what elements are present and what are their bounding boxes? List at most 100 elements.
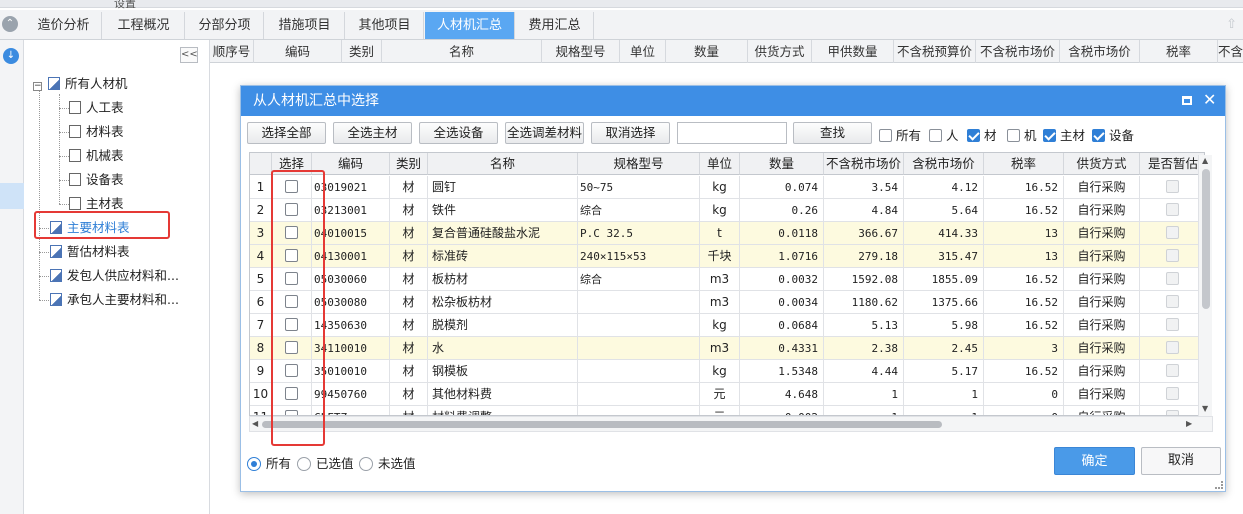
main-col-header[interactable]: 类别 [342,40,382,63]
radio-icon[interactable] [297,457,311,471]
tab-project-overview[interactable]: 工程概况 [103,12,185,39]
filter-all[interactable]: 所有 [879,125,921,144]
scroll-up-arrow-icon[interactable]: ▲ [1202,156,1208,165]
tree-node-all-materials[interactable]: − 所有人材机 [33,73,128,95]
scroll-up-icon[interactable]: ⇧ [1226,17,1237,32]
row-tax-rate: 0 [984,383,1064,406]
row-price-inc-tax: 1 [904,383,984,406]
grid-col-header[interactable]: 名称 [428,153,578,175]
radio-all[interactable]: 所有 [247,453,291,472]
tree-node-materials[interactable]: 材料表 [69,121,124,143]
main-col-header[interactable]: 数量 [666,40,748,63]
cancel-selection-button[interactable]: 取消选择 [591,122,670,144]
filter-labor[interactable]: 人 [929,125,959,144]
main-col-header[interactable]: 供货方式 [748,40,812,63]
filter-material[interactable]: 材 [967,125,997,144]
radio-unselected-only[interactable]: 未选值 [359,453,416,472]
scroll-left-arrow-icon[interactable]: ◀ [252,419,258,428]
select-all-main-materials-button[interactable]: 全选主材 [333,122,412,144]
tab-fee-summary[interactable]: 费用汇总 [516,12,594,39]
vertical-scroll-thumb[interactable] [1202,169,1210,309]
filter-machine[interactable]: 机 [1007,125,1037,144]
tree-node-employer-supplied[interactable]: 发包人供应材料和... [50,265,179,287]
table-row[interactable]: 5 05030060 材板枋材 综合 m3 0.0032 1592.08 1855.09 16.… [250,268,1204,291]
grid-col-header[interactable]: 供货方式 [1064,153,1140,175]
grid-col-header[interactable]: 类别 [390,153,428,175]
filter-main-material[interactable]: 主材 [1043,125,1085,144]
filter-equipment[interactable]: 设备 [1092,125,1134,144]
row-category: 材 [390,268,428,291]
horizontal-scrollbar[interactable]: ◀ ▶ [249,416,1213,432]
checkbox-icon[interactable] [1007,129,1020,142]
scroll-right-arrow-icon[interactable]: ▶ [1186,419,1192,428]
tree-node-contractor-main[interactable]: 承包人主要材料和... [50,289,179,311]
main-col-header[interactable]: 名称 [382,40,542,63]
collapse-node-icon[interactable]: − [33,82,42,91]
scroll-down-arrow-icon[interactable]: ▼ [1202,404,1208,413]
checkbox-icon[interactable] [929,129,942,142]
select-all-button[interactable]: 选择全部 [247,122,326,144]
grid-col-header[interactable]: 规格型号 [578,153,700,175]
checkbox-checked-icon[interactable] [1043,129,1056,142]
table-row[interactable]: 3 04010015 材复合普通硅酸盐水泥 P.C 32.5 t 0.0118 366.67… [250,222,1204,245]
maximize-icon[interactable] [1182,96,1192,105]
tab-cost-analysis[interactable]: 造价分析 [26,12,102,39]
main-col-header[interactable]: 单位 [620,40,666,63]
table-row[interactable]: 10 99450760 材其他材料费元 4.648 1 1 0 自行采购 [250,383,1204,406]
main-col-header[interactable]: 顺序号 [210,40,254,63]
tab-other-items[interactable]: 其他项目 [346,12,424,39]
cancel-button[interactable]: 取消 [1141,447,1221,475]
grid-col-header[interactable]: 数量 [740,153,824,175]
ok-button[interactable]: 确定 [1054,447,1135,475]
vertical-scrollbar[interactable]: ▲ ▼ [1198,155,1212,417]
main-col-header[interactable]: 不含税预算价 [894,40,976,63]
grid-col-header[interactable]: 含税市场价 [904,153,984,175]
close-icon[interactable]: ✕ [1203,90,1216,109]
download-icon[interactable]: ↓ [3,48,19,64]
tab-measures[interactable]: 措施项目 [265,12,345,39]
collapse-panel-button[interactable]: << [180,47,198,63]
table-row[interactable]: 9 35010010 材钢模板 kg 1.5348 4.44 5.17 16.52 自行采购 [250,360,1204,383]
main-col-header[interactable]: 税率 [1140,40,1218,63]
table-row[interactable]: 7 14350630 材脱模剂 kg 0.0684 5.13 5.98 16.52 自行采购 [250,314,1204,337]
top-strip: 设置 [0,0,1243,10]
table-row[interactable]: 1 03019021 材圆钉 50~75 kg 0.074 3.54 4.12 16.52 自行采… [250,176,1204,199]
tree-node-provisional-materials[interactable]: 暂估材料表 [50,241,130,263]
search-input[interactable] [677,122,787,144]
tree-node-label: 设备表 [86,172,124,187]
collapse-up-icon[interactable]: ⌃ [2,16,18,32]
checkbox-checked-icon[interactable] [967,129,980,142]
tree-node-machinery[interactable]: 机械表 [69,145,124,167]
table-row[interactable]: 11CLFTZ材材料费调整元-0.002110自行采购 [250,406,1204,415]
table-row[interactable]: 2 03213001 材铁件 综合 kg 0.26 4.84 5.64 16.52 自行采购 [250,199,1204,222]
resize-grip-icon[interactable] [1215,481,1223,489]
grid-col-header[interactable]: 不含税市场价 [824,153,904,175]
table-row[interactable]: 8 34110010 材水 m3 0.4331 2.38 2.45 3 自行采购 [250,337,1204,360]
tab-labor-material-summary[interactable]: 人材机汇总 [425,12,515,39]
select-all-equipment-button[interactable]: 全选设备 [419,122,498,144]
tree-node-label: 所有人材机 [65,76,128,91]
table-row[interactable]: 6 05030080 材松杂板枋材 m3 0.0034 1180.62 1375.66 16.… [250,291,1204,314]
tree-node-equipment[interactable]: 设备表 [69,169,124,191]
main-col-header[interactable]: 规格型号 [542,40,620,63]
tab-divisions[interactable]: 分部分项 [186,12,264,39]
tree-node-labor[interactable]: 人工表 [69,97,124,119]
find-button[interactable]: 查找 [793,122,872,144]
grid-col-header[interactable]: 税率 [984,153,1064,175]
select-all-adjust-materials-button[interactable]: 全选调差材料 [505,122,584,144]
checkbox-icon[interactable] [879,129,892,142]
horizontal-scroll-thumb[interactable] [262,421,942,428]
table-row[interactable]: 4 04130001 材标准砖 240×115×53 千块 1.0716 279.18 315… [250,245,1204,268]
main-col-header[interactable]: 编码 [254,40,342,63]
row-tax-rate: 16.52 [984,291,1064,314]
main-col-header[interactable]: 不含税市场价 [976,40,1060,63]
main-col-header[interactable]: 甲供数量 [812,40,894,63]
main-col-header[interactable]: 含税市场价 [1060,40,1140,63]
radio-selected-icon[interactable] [247,457,261,471]
checkbox-checked-icon[interactable] [1092,129,1105,142]
main-col-header[interactable]: 不含 [1218,40,1243,63]
grid-col-header[interactable]: 单位 [700,153,740,175]
grid-col-header[interactable]: 是否暂估 [1140,153,1204,175]
radio-selected-only[interactable]: 已选值 [297,453,354,472]
radio-icon[interactable] [359,457,373,471]
